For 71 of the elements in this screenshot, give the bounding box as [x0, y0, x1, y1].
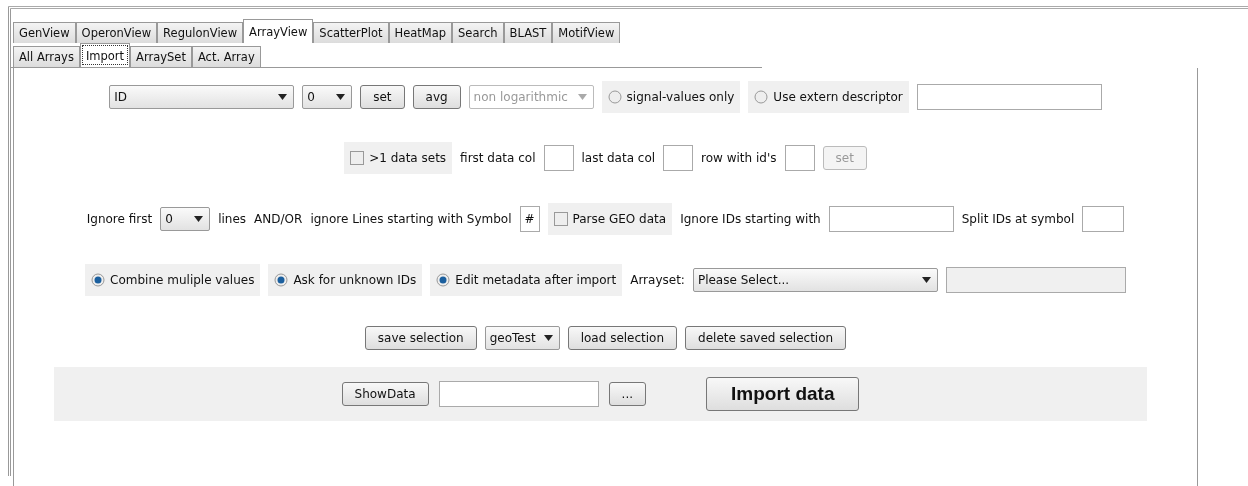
import-button[interactable]: Import data [706, 377, 860, 411]
checkbox-option[interactable]: >1 data sets [344, 142, 453, 174]
caret-icon [194, 216, 204, 222]
radio-option[interactable]: Use extern descriptor [748, 81, 909, 113]
input-field[interactable]: # [519, 206, 540, 232]
label: Ignore first [86, 212, 153, 226]
caret-icon [336, 94, 346, 100]
tab[interactable]: BLAST [503, 22, 553, 43]
input-field[interactable] [543, 145, 574, 171]
checkbox-option[interactable]: Parse GEO data [547, 203, 673, 235]
input-field[interactable] [916, 84, 1102, 110]
radio-button[interactable] [91, 273, 106, 287]
label: Split IDs at symbol [961, 212, 1075, 226]
tab[interactable]: ScatterPlot [313, 22, 389, 43]
label: AND/OR [254, 212, 303, 226]
tab[interactable]: MotifView [552, 22, 621, 43]
checkbox[interactable] [553, 212, 568, 226]
input-field[interactable] [438, 381, 599, 407]
radio-option[interactable]: Ask for unknown IDs [268, 264, 423, 296]
caret-icon [543, 335, 553, 341]
tab[interactable]: Import [79, 43, 131, 67]
label: lines [218, 212, 247, 226]
label: Arrayset: [630, 273, 685, 287]
radio-label: Ask for unknown IDs [293, 273, 417, 287]
label: row with id's [701, 151, 777, 165]
label: last data col [581, 151, 656, 165]
caret-icon [278, 94, 288, 100]
input-field[interactable] [663, 145, 694, 171]
input-field[interactable] [828, 206, 954, 232]
button[interactable]: save selection [364, 326, 477, 350]
radio-label: Use extern descriptor [773, 90, 903, 104]
tab[interactable]: ArrayView [243, 19, 314, 43]
dropdown[interactable]: geoTest [484, 326, 560, 350]
button[interactable]: load selection [567, 326, 678, 350]
checkbox-label: Parse GEO data [572, 212, 667, 226]
button[interactable]: avg [412, 85, 461, 109]
radio-option[interactable]: signal-values only [601, 81, 741, 113]
checkbox-label: >1 data sets [369, 151, 447, 165]
radio-label: Combine muliple values [110, 273, 255, 287]
label: ignore Lines starting with Symbol [310, 212, 512, 226]
label: Ignore IDs starting with [680, 212, 821, 226]
tab[interactable]: RegulonView [157, 22, 244, 43]
checkbox[interactable] [350, 151, 365, 165]
radio-option[interactable]: Combine muliple values [85, 264, 261, 296]
tab[interactable]: All Arrays [13, 46, 80, 67]
radio-option[interactable]: Edit metadata after import [430, 264, 623, 296]
button[interactable]: ShowData [341, 382, 429, 406]
input-field[interactable] [784, 145, 815, 171]
dropdown[interactable]: 0 [160, 207, 211, 231]
caret-icon [577, 94, 587, 100]
tab[interactable]: GenView [13, 22, 76, 43]
caret-icon [921, 277, 931, 283]
radio-label: Edit metadata after import [455, 273, 617, 287]
tab[interactable]: Act. Array [191, 46, 261, 67]
button[interactable]: set [360, 85, 405, 109]
button[interactable]: delete saved selection [685, 326, 847, 350]
radio-button[interactable] [436, 273, 451, 287]
label: first data col [460, 151, 536, 165]
radio-button[interactable] [274, 273, 289, 287]
tab[interactable]: OperonView [75, 22, 158, 43]
tab[interactable]: ArraySet [130, 46, 192, 67]
radio-button[interactable] [607, 90, 622, 104]
dropdown[interactable]: ID [109, 85, 295, 109]
tab[interactable]: Search [452, 22, 504, 43]
radio-button[interactable] [754, 90, 769, 104]
dropdown[interactable]: 0 [302, 85, 353, 109]
radio-label: signal-values only [626, 90, 735, 104]
button[interactable]: ... [608, 382, 646, 406]
input-field[interactable] [1082, 206, 1125, 232]
dropdown[interactable]: Please Select... [692, 268, 938, 292]
tab[interactable]: HeatMap [388, 22, 453, 43]
